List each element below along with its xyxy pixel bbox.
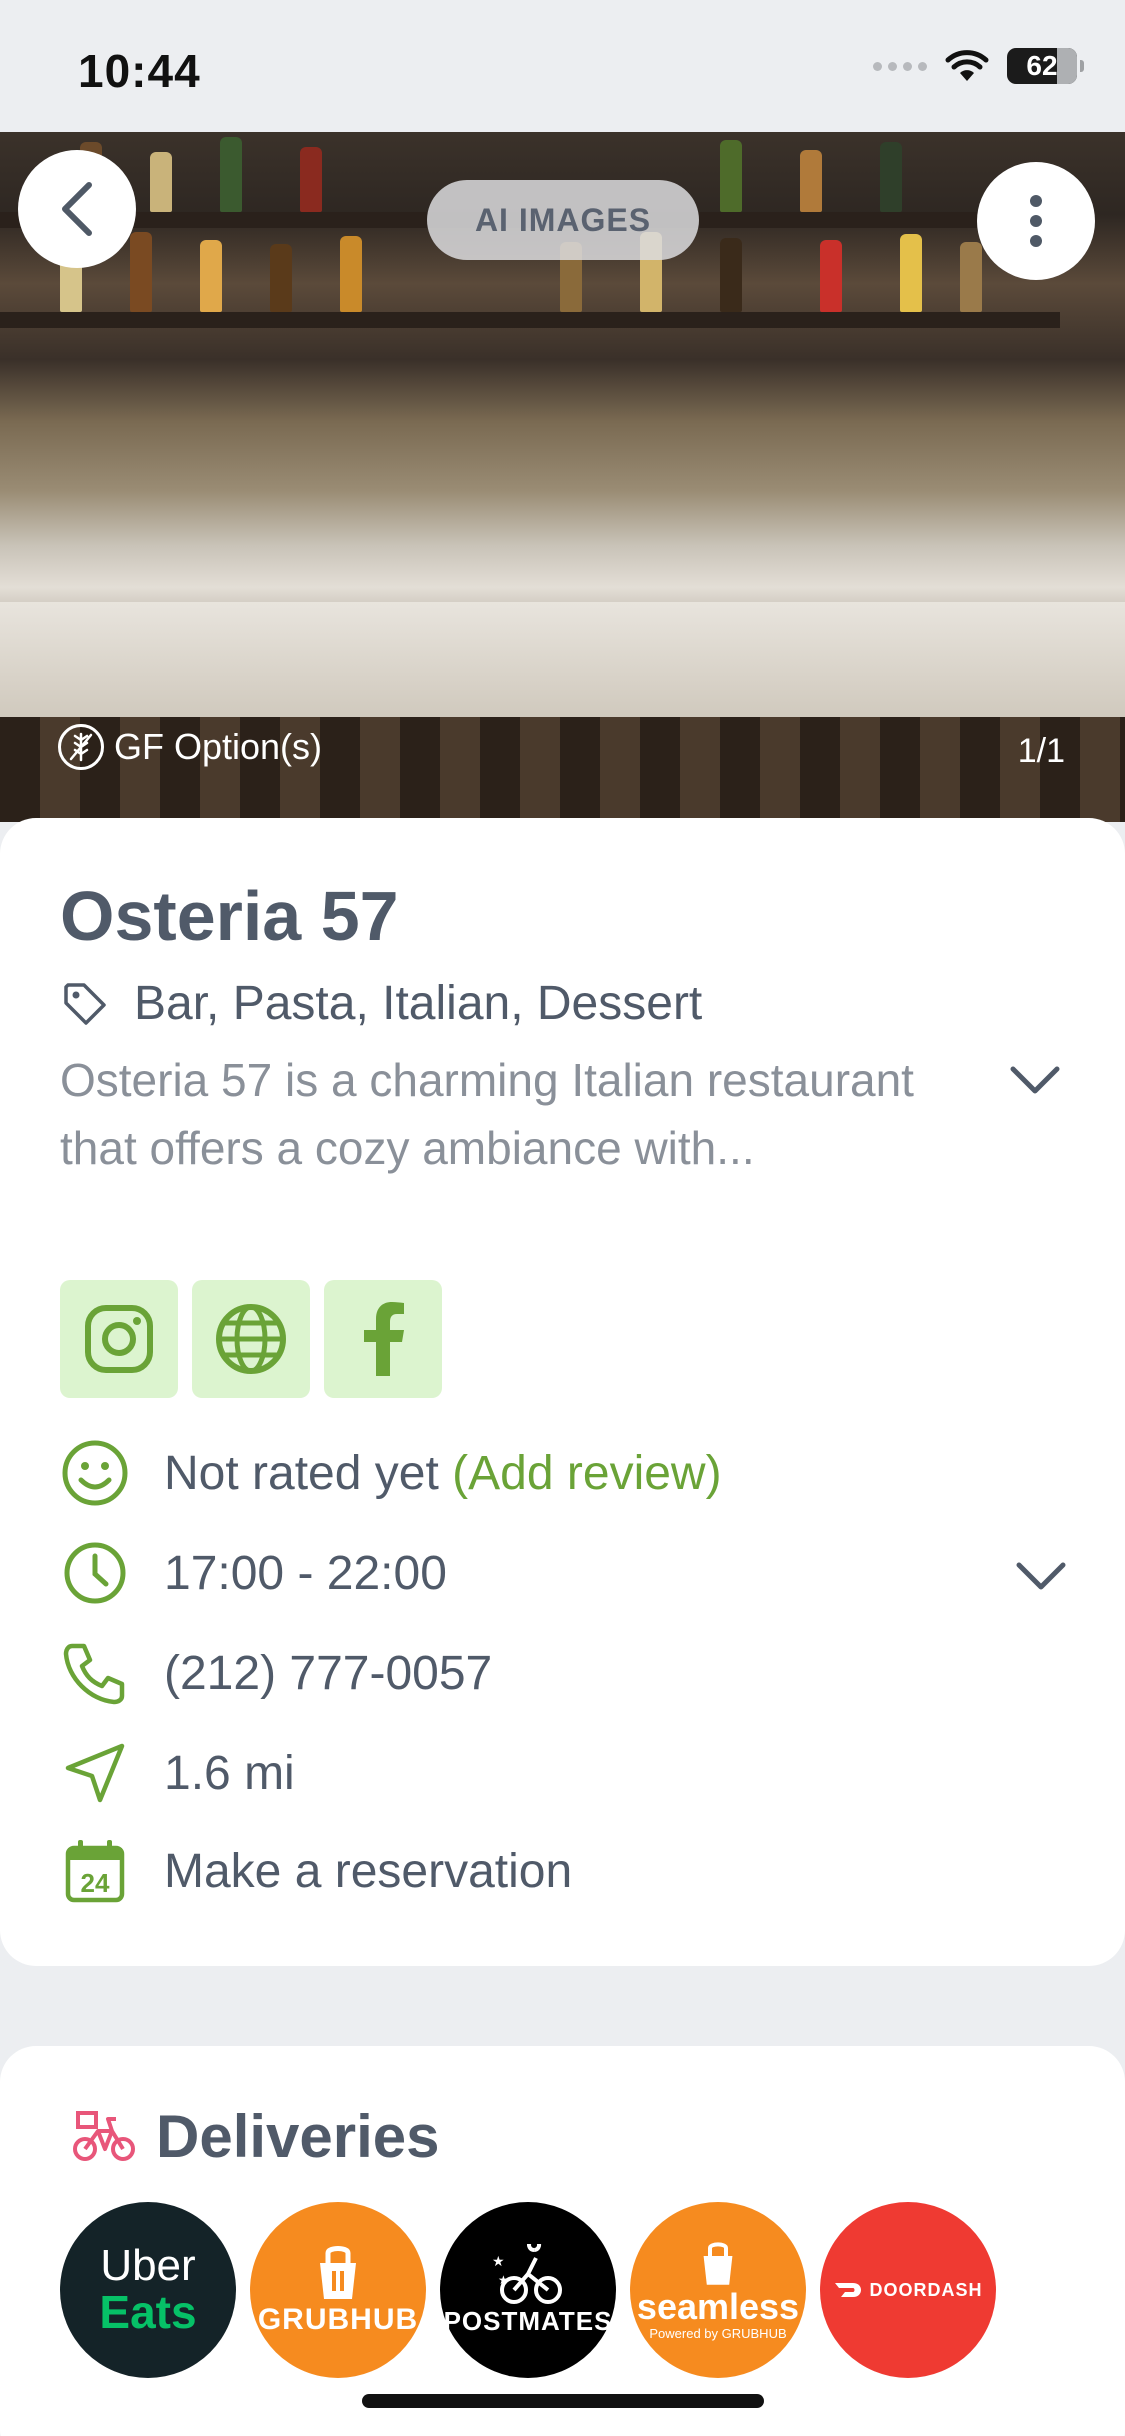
instagram-button[interactable] <box>60 1280 178 1398</box>
chevron-down-icon <box>1016 1562 1066 1590</box>
status-bar: 10:44 62 <box>0 0 1125 132</box>
calendar-day: 24 <box>81 1868 110 1898</box>
calendar-icon: 24 <box>60 1836 130 1906</box>
expand-description-button[interactable] <box>1005 1050 1065 1110</box>
distance-row[interactable]: 1.6 mi <box>60 1738 295 1808</box>
deliveries-title: Deliveries <box>156 2103 440 2170</box>
status-time: 10:44 <box>78 45 201 97</box>
ai-images-badge[interactable]: AI IMAGES <box>427 180 699 260</box>
more-options-button[interactable] <box>977 162 1095 280</box>
rating-text: Not rated yet <box>164 1446 439 1500</box>
doordash-button[interactable]: DOORDASH <box>820 2202 996 2378</box>
distance: 1.6 mi <box>164 1746 295 1800</box>
svg-text:★: ★ <box>492 2253 505 2269</box>
navigation-arrow-icon <box>60 1738 130 1808</box>
instagram-icon <box>85 1305 153 1373</box>
doordash-logo-icon <box>835 2283 862 2297</box>
tag-icon <box>64 982 106 1025</box>
gluten-free-icon <box>58 724 104 770</box>
deliveries-card: Deliveries Uber Eats GRUBHUB ★ ★ POSTMATE… <box>0 2046 1125 2436</box>
back-button[interactable] <box>18 150 136 268</box>
chevron-left-icon <box>62 182 92 236</box>
courier-icon: ★★ <box>492 2243 562 2304</box>
cellular-signal-icon <box>873 61 927 71</box>
postmates-button[interactable]: ★ ★ POSTMATES <box>440 2202 616 2378</box>
svg-text:★: ★ <box>498 2273 509 2287</box>
phone-number: (212) 777-0057 <box>164 1646 493 1700</box>
reservation-row[interactable]: 24 Make a reservation <box>60 1836 572 1906</box>
takeout-bag-icon <box>320 2246 356 2299</box>
hours-row[interactable]: 17:00 - 22:00 <box>60 1538 447 1608</box>
restaurant-name: Osteria 57 <box>60 877 399 955</box>
opening-hours: 17:00 - 22:00 <box>164 1546 447 1600</box>
reservation-link: Make a reservation <box>164 1844 573 1898</box>
photo-counter: 1/1 <box>1017 732 1065 770</box>
rating-row: Not rated yet (Add review) <box>60 1438 722 1508</box>
restaurant-description[interactable]: Osteria 57 is a charming Italian restaur… <box>60 1046 980 1182</box>
phone-row[interactable]: (212) 777-0057 <box>60 1638 492 1708</box>
seamless-button[interactable]: seamless Powered by GRUBHUB <box>630 2202 806 2378</box>
grubhub-button[interactable]: GRUBHUB <box>250 2202 426 2378</box>
uber-eats-button[interactable]: Uber Eats <box>60 2202 236 2378</box>
gluten-free-label: GF Option(s) <box>114 726 323 767</box>
cuisine-tags: Bar, Pasta, Italian, Dessert <box>62 976 702 1031</box>
restaurant-info-card: Osteria 57 Bar, Pasta, Italian, Dessert … <box>0 818 1125 1966</box>
delivery-services: Uber Eats GRUBHUB ★★ POSTMATES seamless <box>60 2202 996 2378</box>
home-indicator[interactable] <box>362 2394 764 2408</box>
add-review-link[interactable]: (Add review) <box>452 1447 721 1500</box>
website-button[interactable] <box>192 1280 310 1398</box>
hero-photo[interactable]: AI IMAGES GF Option(s) 1/1 <box>0 132 1125 822</box>
chevron-down-icon <box>1010 1066 1060 1094</box>
battery-icon: 62 <box>1007 48 1084 84</box>
smiley-icon <box>60 1438 130 1508</box>
facebook-button[interactable] <box>324 1280 442 1398</box>
takeout-bag-icon <box>703 2241 733 2285</box>
expand-hours-button[interactable] <box>1011 1546 1071 1606</box>
gluten-free-badge: GF Option(s) <box>58 724 322 770</box>
more-vertical-icon <box>1030 195 1042 247</box>
globe-icon <box>216 1304 286 1374</box>
facebook-icon <box>364 1302 404 1376</box>
deliveries-header: Deliveries <box>72 2102 440 2171</box>
status-icons: 62 <box>873 48 1084 84</box>
battery-level: 62 <box>1026 50 1058 81</box>
cuisine-tags-text: Bar, Pasta, Italian, Dessert <box>134 977 703 1030</box>
phone-icon <box>60 1638 130 1708</box>
wifi-icon <box>945 50 989 81</box>
bicycle-icon <box>73 2110 135 2161</box>
social-links <box>60 1280 442 1398</box>
clock-icon <box>60 1538 130 1608</box>
